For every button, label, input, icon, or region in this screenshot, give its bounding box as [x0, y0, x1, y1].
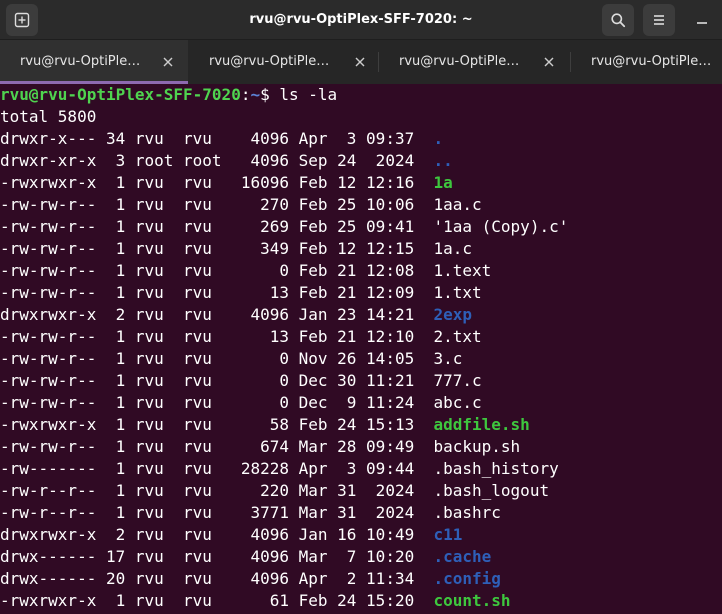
prompt-path: ~: [250, 85, 261, 104]
listing-file-name: addfile.sh: [433, 415, 530, 434]
listing-row: -rw------- 1 rvu rvu 28228 Apr 3 09:44 .…: [0, 458, 722, 480]
listing-row-meta: drwx------ 20 rvu rvu 4096 Apr 2 11:34: [0, 569, 434, 588]
listing-row-meta: -rw-rw-r-- 1 rvu rvu 270 Feb 25 10:06: [0, 195, 434, 214]
listing-row: -rw-rw-r-- 1 rvu rvu 0 Dec 30 11:21 777.…: [0, 370, 722, 392]
listing-file-name: .bash_history: [433, 459, 559, 478]
listing-row-meta: -rwxrwxr-x 1 rvu rvu 58 Feb 24 15:13: [0, 415, 434, 434]
tab-label: rvu@rvu-OptiPle…: [591, 54, 712, 69]
listing-file-name: .bash_logout: [433, 481, 550, 500]
prompt-user-host: rvu@rvu-OptiPlex-SFF-7020: [0, 85, 241, 104]
listing-file-name: 3.c: [433, 349, 463, 368]
listing-row: drwxrwxr-x 2 rvu rvu 4096 Jan 16 10:49 c…: [0, 524, 722, 546]
listing-row: drwxr-x--- 34 rvu rvu 4096 Apr 3 09:37 .: [0, 128, 722, 150]
minimize-button[interactable]: [690, 8, 714, 32]
tab-label: rvu@rvu-OptiPle…: [20, 54, 141, 69]
listing-row-meta: drwxrwxr-x 2 rvu rvu 4096 Jan 23 14:21: [0, 305, 434, 324]
menu-button[interactable]: [643, 4, 675, 36]
tab-bar: rvu@rvu-OptiPle… rvu@rvu-OptiPle… rvu@rv…: [0, 40, 722, 84]
tab-3[interactable]: rvu@rvu-OptiPle…: [378, 40, 570, 84]
listing-row: drwx------ 17 rvu rvu 4096 Mar 7 10:20 .…: [0, 546, 722, 568]
close-tab-icon[interactable]: [161, 55, 175, 69]
listing-file-name: .: [433, 129, 444, 148]
listing-row-meta: -rw-rw-r-- 1 rvu rvu 0 Nov 26 14:05: [0, 349, 434, 368]
directory-listing: drwxr-x--- 34 rvu rvu 4096 Apr 3 09:37 .…: [0, 128, 722, 612]
listing-row-meta: -rw-rw-r-- 1 rvu rvu 349 Feb 12 12:15: [0, 239, 434, 258]
listing-file-name: 2exp: [433, 305, 473, 324]
listing-file-name: abc.c: [433, 393, 482, 412]
listing-row: -rw-rw-r-- 1 rvu rvu 0 Nov 26 14:05 3.c: [0, 348, 722, 370]
listing-row-meta: -rwxrwxr-x 1 rvu rvu 16096 Feb 12 12:16: [0, 173, 434, 192]
listing-row: -rw-rw-r-- 1 rvu rvu 13 Feb 21 12:09 1.t…: [0, 282, 722, 304]
listing-file-name: .bashrc: [433, 503, 501, 522]
listing-row: -rw-rw-r-- 1 rvu rvu 13 Feb 21 12:10 2.t…: [0, 326, 722, 348]
listing-row: drwxrwxr-x 2 rvu rvu 4096 Jan 23 14:21 2…: [0, 304, 722, 326]
listing-file-name: 777.c: [433, 371, 482, 390]
listing-row-meta: -rw-rw-r-- 1 rvu rvu 0 Dec 30 11:21: [0, 371, 434, 390]
listing-row-meta: drwxrwxr-x 2 rvu rvu 4096 Jan 16 10:49: [0, 525, 434, 544]
prompt-line: rvu@rvu-OptiPlex-SFF-7020:~$ ls -la: [0, 84, 722, 106]
minimize-icon: [697, 22, 707, 24]
listing-row: -rwxrwxr-x 1 rvu rvu 61 Feb 24 15:20 cou…: [0, 590, 722, 612]
listing-file-name: 1aa.c: [433, 195, 482, 214]
listing-row: -rw-rw-r-- 1 rvu rvu 0 Dec 9 11:24 abc.c: [0, 392, 722, 414]
listing-file-name: count.sh: [433, 591, 511, 610]
command-text: ls -la: [279, 85, 338, 104]
listing-row-meta: drwxr-xr-x 3 root root 4096 Sep 24 2024: [0, 151, 434, 170]
listing-file-name: .cache: [433, 547, 492, 566]
listing-row-meta: -rw-r--r-- 1 rvu rvu 3771 Mar 31 2024: [0, 503, 434, 522]
listing-file-name: .config: [433, 569, 501, 588]
listing-row-meta: drwx------ 17 rvu rvu 4096 Mar 7 10:20: [0, 547, 434, 566]
listing-row: -rw-rw-r-- 1 rvu rvu 349 Feb 12 12:15 1a…: [0, 238, 722, 260]
listing-file-name: 1a: [433, 173, 453, 192]
terminal-window: rvu@rvu-OptiPlex-SFF-7020: ~ rvu@rvu-Opt…: [0, 0, 722, 614]
listing-row: -rwxrwxr-x 1 rvu rvu 58 Feb 24 15:13 add…: [0, 414, 722, 436]
listing-file-name: backup.sh: [433, 437, 521, 456]
close-tab-icon[interactable]: [353, 55, 367, 69]
listing-row-meta: -rw-rw-r-- 1 rvu rvu 13 Feb 21 12:10: [0, 327, 434, 346]
tab-label: rvu@rvu-OptiPle…: [399, 54, 520, 69]
tab-label: rvu@rvu-OptiPle…: [209, 54, 330, 69]
tab-2[interactable]: rvu@rvu-OptiPle…: [188, 40, 378, 84]
listing-row-meta: -rw-rw-r-- 1 rvu rvu 674 Mar 28 09:49: [0, 437, 434, 456]
listing-row-meta: -rw-rw-r-- 1 rvu rvu 269 Feb 25 09:41: [0, 217, 434, 236]
listing-file-name: 1.txt: [433, 283, 482, 302]
listing-row: -rwxrwxr-x 1 rvu rvu 16096 Feb 12 12:16 …: [0, 172, 722, 194]
prompt-symbol: $: [260, 85, 270, 104]
listing-row-meta: -rw------- 1 rvu rvu 28228 Apr 3 09:44: [0, 459, 434, 478]
window-title: rvu@rvu-OptiPlex-SFF-7020: ~: [249, 12, 473, 27]
terminal-output[interactable]: rvu@rvu-OptiPlex-SFF-7020:~$ ls -la tota…: [0, 84, 722, 614]
close-tab-icon[interactable]: [542, 55, 556, 69]
tab-4[interactable]: rvu@rvu-OptiPle…: [570, 40, 722, 84]
header-bar: rvu@rvu-OptiPlex-SFF-7020: ~: [0, 0, 722, 40]
search-button[interactable]: [602, 4, 634, 36]
new-tab-button[interactable]: [6, 4, 38, 36]
search-icon: [611, 13, 626, 28]
listing-row-meta: -rw-rw-r-- 1 rvu rvu 0 Feb 21 12:08: [0, 261, 434, 280]
listing-row-meta: -rwxrwxr-x 1 rvu rvu 61 Feb 24 15:20: [0, 591, 434, 610]
listing-row: drwxr-xr-x 3 root root 4096 Sep 24 2024 …: [0, 150, 722, 172]
listing-row-meta: -rw-rw-r-- 1 rvu rvu 13 Feb 21 12:09: [0, 283, 434, 302]
listing-file-name: 2.txt: [433, 327, 482, 346]
listing-row: drwx------ 20 rvu rvu 4096 Apr 2 11:34 .…: [0, 568, 722, 590]
listing-row: -rw-r--r-- 1 rvu rvu 3771 Mar 31 2024 .b…: [0, 502, 722, 524]
total-line: total 5800: [0, 107, 97, 126]
tab-1[interactable]: rvu@rvu-OptiPle…: [0, 40, 188, 84]
listing-row-meta: -rw-rw-r-- 1 rvu rvu 0 Dec 9 11:24: [0, 393, 434, 412]
listing-file-name: '1aa (Copy).c': [433, 217, 569, 236]
listing-row: -rw-rw-r-- 1 rvu rvu 270 Feb 25 10:06 1a…: [0, 194, 722, 216]
listing-row-meta: drwxr-x--- 34 rvu rvu 4096 Apr 3 09:37: [0, 129, 434, 148]
listing-file-name: c11: [433, 525, 463, 544]
new-tab-icon: [14, 12, 30, 28]
listing-row-meta: -rw-r--r-- 1 rvu rvu 220 Mar 31 2024: [0, 481, 434, 500]
listing-file-name: 1a.c: [433, 239, 473, 258]
listing-row: -rw-rw-r-- 1 rvu rvu 0 Feb 21 12:08 1.te…: [0, 260, 722, 282]
listing-file-name: ..: [433, 151, 453, 170]
listing-row: -rw-r--r-- 1 rvu rvu 220 Mar 31 2024 .ba…: [0, 480, 722, 502]
listing-row: -rw-rw-r-- 1 rvu rvu 674 Mar 28 09:49 ba…: [0, 436, 722, 458]
listing-file-name: 1.text: [433, 261, 492, 280]
hamburger-menu-icon: [654, 15, 664, 25]
listing-row: -rw-rw-r-- 1 rvu rvu 269 Feb 25 09:41 '1…: [0, 216, 722, 238]
